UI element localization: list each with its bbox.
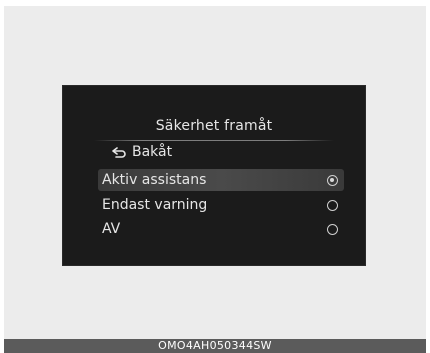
radio-unselected-icon[interactable] [327,199,338,211]
title-divider [94,140,334,141]
infotainment-screen: Säkerhet framåt Bakåt Aktiv assistans En… [62,85,366,266]
option-label: AV [102,221,121,237]
back-button[interactable]: Bakåt [112,144,172,160]
radio-selected-icon[interactable] [327,174,338,186]
image-code-bar: OMO4AH050344SW [4,339,426,353]
menu-title: Säkerhet framåt [155,118,273,134]
back-arrow-icon [112,147,126,158]
back-label: Bakåt [132,144,173,160]
option-aktiv-assistans[interactable]: Aktiv assistans [98,169,344,191]
radio-unselected-icon[interactable] [327,223,338,235]
option-endast-varning[interactable]: Endast varning [98,194,344,216]
option-av[interactable]: AV [98,218,344,240]
option-label: Endast varning [102,197,208,213]
option-label: Aktiv assistans [102,172,207,188]
